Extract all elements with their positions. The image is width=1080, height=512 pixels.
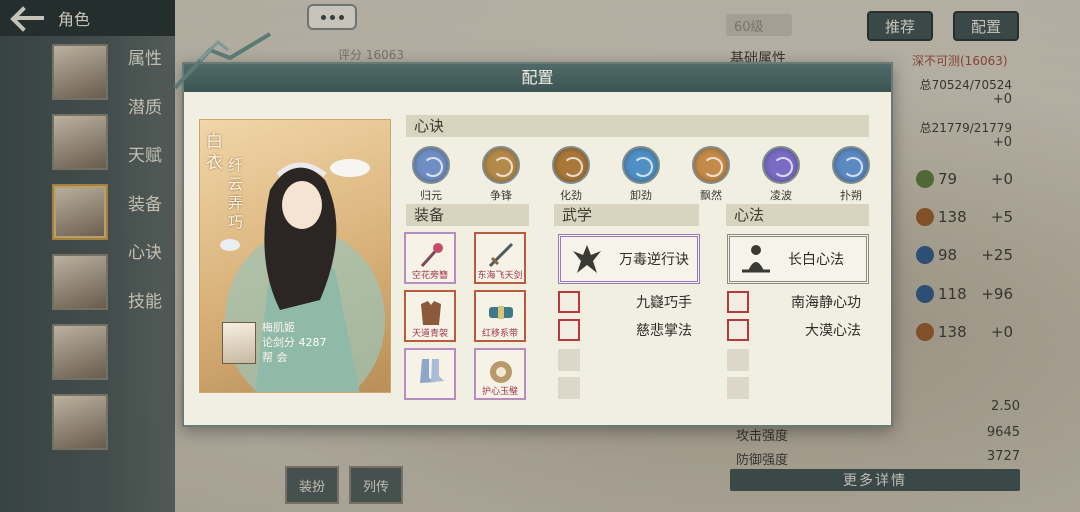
player-name: 梅肌姬 bbox=[262, 321, 295, 334]
xinjue-skill[interactable]: 凌波 bbox=[756, 146, 806, 203]
claw-orb-icon bbox=[482, 146, 520, 184]
equip-slot-sword[interactable]: 东海飞天剑 bbox=[474, 232, 526, 284]
hairpin-icon bbox=[420, 243, 443, 268]
mind-sub-label: 大漠心法 bbox=[805, 323, 861, 339]
score-value: 4287 bbox=[298, 336, 327, 349]
sword-icon bbox=[488, 242, 514, 268]
skill-label: 飘然 bbox=[700, 189, 722, 202]
section-mind: 心法 bbox=[726, 204, 869, 226]
martial-stance-icon bbox=[558, 291, 580, 313]
portrait-subtitle: 纤云弄巧 bbox=[228, 156, 244, 231]
martial-sub-skill[interactable]: 慈悲掌法 bbox=[558, 319, 698, 341]
xinjue-skill[interactable]: 化劲 bbox=[546, 146, 596, 203]
feather-orb-icon bbox=[692, 146, 730, 184]
xinjue-skill[interactable]: 扑朔 bbox=[826, 146, 876, 203]
martial-sub-label: 慈悲掌法 bbox=[636, 323, 692, 339]
empty-mind-slot[interactable] bbox=[727, 377, 749, 399]
equip-slot-hairpin[interactable]: 空花旁簪 bbox=[404, 232, 456, 284]
ripple-orb-icon bbox=[762, 146, 800, 184]
equip-label: 空花旁簪 bbox=[411, 271, 448, 281]
equip-slot-armor[interactable]: 天道青袈 bbox=[404, 290, 456, 342]
armor-icon bbox=[421, 301, 441, 325]
player-info-card: 梅肌姬 论剑分 4287 帮 会 bbox=[222, 320, 382, 370]
mind-sub-skill[interactable]: 大漠心法 bbox=[727, 319, 867, 341]
martial-sub-skill[interactable]: 九嶷巧手 bbox=[558, 291, 698, 313]
decorative-branch-icon bbox=[173, 32, 272, 90]
mind-main-skill[interactable]: 长白心法 bbox=[727, 234, 869, 284]
empty-martial-slot[interactable] bbox=[558, 349, 580, 371]
skill-label: 凌波 bbox=[770, 189, 792, 202]
martial-stance-icon bbox=[558, 319, 580, 341]
skill-label: 归元 bbox=[420, 189, 442, 202]
wave-orb-icon bbox=[622, 146, 660, 184]
xinjue-skill-row: 归元 争锋 化劲 卸劲 飘然 凌波 扑朔 bbox=[406, 146, 876, 203]
empty-mind-slot[interactable] bbox=[727, 349, 749, 371]
belt-icon bbox=[489, 306, 513, 319]
section-equipment: 装备 bbox=[406, 204, 529, 226]
skill-label: 化劲 bbox=[560, 189, 582, 202]
mind-main-label: 长白心法 bbox=[788, 252, 844, 268]
martial-main-label: 万毒逆行诀 bbox=[619, 252, 689, 268]
guild-label: 帮 会 bbox=[262, 351, 288, 364]
section-xinjue: 心诀 bbox=[406, 115, 869, 137]
equip-label: 护心玉璧 bbox=[481, 387, 518, 397]
skill-label: 扑朔 bbox=[840, 189, 862, 202]
mist-orb-icon bbox=[832, 146, 870, 184]
mind-sub-label: 南海静心功 bbox=[791, 295, 861, 311]
xinjue-skill[interactable]: 飘然 bbox=[686, 146, 736, 203]
score-label: 论剑分 bbox=[262, 336, 295, 349]
equip-slot-belt[interactable]: 红移系带 bbox=[474, 290, 526, 342]
player-info: 梅肌姬 论剑分 4287 帮 会 bbox=[262, 320, 327, 365]
martial-sub-label: 九嶷巧手 bbox=[636, 295, 692, 311]
portrait-title: 白衣 bbox=[206, 132, 223, 173]
martial-main-skill[interactable]: 万毒逆行诀 bbox=[558, 234, 700, 284]
equip-slot-pendant[interactable]: 护心玉璧 bbox=[474, 348, 526, 400]
section-martial: 武学 bbox=[554, 204, 699, 226]
meditation-small-icon bbox=[727, 319, 749, 341]
xinjue-skill[interactable]: 归元 bbox=[406, 146, 456, 203]
config-modal: 配置 白衣 纤云弄巧 梅肌姬 论剑分 4287 帮 会 心诀 归元 争锋 化劲 … bbox=[182, 62, 893, 427]
skill-label: 争锋 bbox=[490, 189, 512, 202]
equip-label: 东海飞天剑 bbox=[477, 271, 523, 281]
modal-title: 配置 bbox=[184, 64, 891, 92]
meditation-small-icon bbox=[727, 291, 749, 313]
mind-sub-skill[interactable]: 南海静心功 bbox=[727, 291, 867, 313]
character-portrait: 白衣 纤云弄巧 梅肌姬 论剑分 4287 帮 会 bbox=[199, 119, 391, 393]
boots-icon bbox=[420, 359, 444, 383]
player-avatar bbox=[222, 322, 256, 364]
meditation-icon bbox=[742, 245, 770, 273]
fighter-pose-icon bbox=[573, 245, 601, 273]
equip-label: 红移系带 bbox=[481, 329, 518, 339]
swirl-orb-icon bbox=[552, 146, 590, 184]
xinjue-skill[interactable]: 争锋 bbox=[476, 146, 526, 203]
skill-label: 卸劲 bbox=[630, 189, 652, 202]
jade-pendant-icon bbox=[490, 361, 512, 383]
equip-label: 天道青袈 bbox=[411, 329, 448, 339]
spirit-orb-icon bbox=[412, 146, 450, 184]
equip-slot-boots[interactable] bbox=[404, 348, 456, 400]
xinjue-skill[interactable]: 卸劲 bbox=[616, 146, 666, 203]
empty-martial-slot[interactable] bbox=[558, 377, 580, 399]
